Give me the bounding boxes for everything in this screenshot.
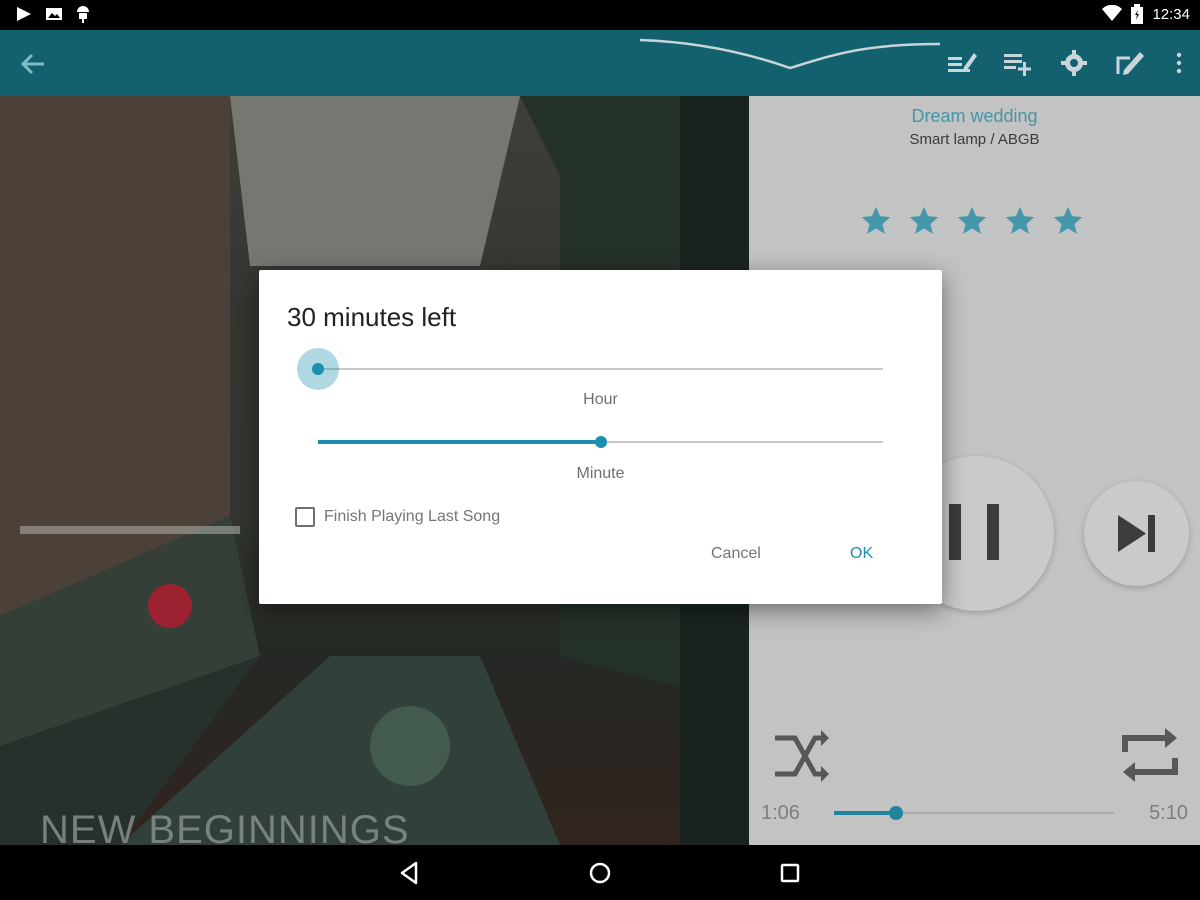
status-bar: 12:34 bbox=[0, 0, 1200, 30]
hour-slider[interactable] bbox=[297, 348, 883, 390]
minute-label: Minute bbox=[576, 465, 625, 482]
finish-last-song-option[interactable]: Finish Playing Last Song bbox=[295, 507, 500, 527]
minute-slider[interactable] bbox=[318, 427, 883, 457]
play-store-icon bbox=[17, 7, 31, 21]
finish-last-song-checkbox[interactable] bbox=[295, 507, 315, 527]
clock: 12:34 bbox=[1152, 5, 1190, 23]
hour-track bbox=[318, 368, 883, 370]
finish-last-song-label: Finish Playing Last Song bbox=[324, 508, 501, 525]
wifi-icon bbox=[1102, 5, 1123, 21]
sleep-timer-dialog: 30 minutes left Hour Minute Finish Playi… bbox=[259, 270, 942, 604]
android-icon bbox=[77, 6, 89, 23]
minute-thumb[interactable] bbox=[594, 436, 607, 448]
home-nav-icon[interactable] bbox=[584, 857, 616, 889]
back-nav-icon[interactable] bbox=[394, 857, 426, 889]
photo-icon bbox=[46, 8, 62, 20]
recents-nav-icon[interactable] bbox=[774, 857, 806, 889]
ok-button[interactable]: OK bbox=[844, 541, 879, 567]
navigation-bar bbox=[0, 845, 1200, 900]
hour-thumb[interactable] bbox=[312, 363, 324, 375]
hour-label: Hour bbox=[583, 391, 618, 408]
battery-icon bbox=[1131, 4, 1144, 24]
minute-fill bbox=[318, 440, 601, 444]
cancel-button[interactable]: Cancel bbox=[705, 541, 767, 567]
dialog-title: 30 minutes left bbox=[287, 302, 457, 332]
